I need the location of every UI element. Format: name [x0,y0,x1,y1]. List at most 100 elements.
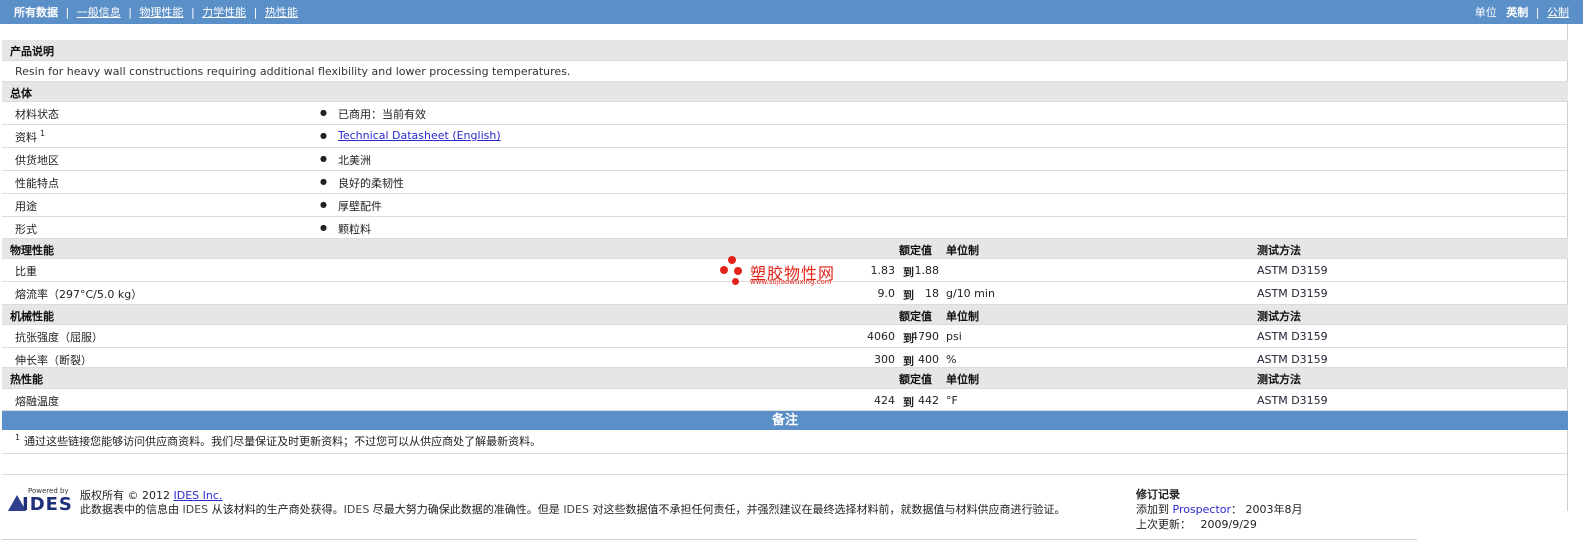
data-row-elongation: 伸长率（断裂） 300 到 400 % ASTM D3159 [2,348,1568,368]
range-to: 到 [903,396,914,409]
general-row-features: 性能特点 良好的柔韧性 [2,171,1568,194]
header-unit: 单位制 [946,310,979,323]
range-to: 到 [903,289,914,302]
general-row-region: 供货地区 北美洲 [2,148,1568,171]
general-row-form: 形式 颗粒料 [2,217,1568,239]
value-min: 4060 [867,330,895,343]
section-title: 产品说明 [10,45,54,58]
row-label: 形式 [15,223,37,236]
test-method: ASTM D3159 [1257,330,1328,343]
technical-datasheet-link[interactable]: Technical Datasheet (English) [338,129,501,142]
footnote-marker: 1 [40,129,46,139]
tab-all-data[interactable]: 所有数据 [14,6,58,19]
value-unit: % [946,353,957,366]
units-label: 单位 [1474,6,1497,19]
section-title: 机械性能 [10,310,54,323]
value-max: 442 [918,394,939,407]
row-label: 用途 [15,200,37,213]
disclaimer-ides: IDES [182,503,209,516]
section-title: 热性能 [10,373,43,386]
unit-english-option[interactable]: 英制 [1506,6,1528,19]
row-label: 熔融温度 [15,395,59,408]
note-body: 通过这些链接您能够访问供应商资料。我们尽量保证及时更新资料；不过您可以从供应商处… [24,435,542,448]
nav-separator: | [65,6,70,19]
bullet-icon [320,175,335,188]
notes-row: 1 通过这些链接您能够访问供应商资料。我们尽量保证及时更新资料；不过您可以从供应商… [2,430,1568,454]
bullet-icon [320,106,335,119]
value-unit: °F [946,394,958,407]
value-min: 9.0 [877,287,896,300]
row-value: 颗粒料 [338,223,371,236]
data-row-tensile-strength: 抗张强度（屈服） 4060 到 4790 psi ASTM D3159 [2,325,1568,348]
tab-thermal[interactable]: 热性能 [265,6,298,19]
disclaimer-part: 尽最大努力确保此数据的准确性。但是 [369,503,564,516]
tab-mechanical[interactable]: 力学性能 [202,6,246,19]
value-max: 1.88 [914,264,940,277]
row-label: 性能特点 [15,177,59,190]
test-method: ASTM D3159 [1257,394,1328,407]
watermark-url: www.sujiaowuxing.com [750,278,832,286]
disclaimer-ides: IDES [563,503,589,516]
added-date: ： 2003年8月 [1231,503,1303,516]
disclaimer-ides: IDES [343,503,370,516]
section-general: 总体 [2,82,1568,102]
header-unit: 单位制 [946,373,979,386]
row-value: 良好的柔韧性 [338,177,404,190]
product-description-row: Resin for heavy wall constructions requi… [2,61,1568,82]
unit-metric-link[interactable]: 公制 [1547,6,1569,19]
top-nav-bar: 所有数据 | 一般信息 | 物理性能 | 力学性能 | 热性能 单位 英制 | … [0,0,1583,24]
nav-separator: | [190,6,195,19]
value-max: 4790 [911,330,939,343]
note-text: 1 通过这些链接您能够访问供应商资料。我们尽量保证及时更新资料；不过您可以从供应商… [15,433,541,449]
nav-tabs: 所有数据 | 一般信息 | 物理性能 | 力学性能 | 热性能 [14,4,298,20]
revision-updated: 上次更新： 2009/9/29 [1136,516,1257,532]
ides-logo[interactable]: Powered by IDES [8,487,72,515]
header-rated: 额定值 [899,244,932,257]
tab-general-info[interactable]: 一般信息 [77,6,121,19]
data-row-melt-temperature: 熔融温度 424 到 442 °F ASTM D3159 [2,389,1568,411]
watermark-logo-icon [720,256,750,286]
disclaimer-part: 从该材料的生产商处获得。 [208,503,344,516]
bullet-icon [320,221,335,234]
updated-date: 2009/9/29 [1200,518,1257,531]
row-label: 资料 1 [15,129,45,145]
row-label: 伸长率（断裂） [15,354,92,367]
general-row-status: 材料状态 已商用：当前有效 [2,102,1568,125]
value-max: 400 [918,353,939,366]
footer-divider [2,474,1568,475]
bullet-icon [320,152,335,165]
value-unit: g/10 min [946,287,995,300]
updated-label: 上次更新： [1136,518,1191,531]
nav-separator: | [1535,6,1540,19]
unit-switcher: 单位 英制 | 公制 [1475,4,1569,20]
header-method: 测试方法 [1257,244,1301,257]
row-label-text: 资料 [15,131,37,144]
test-method: ASTM D3159 [1257,287,1328,300]
value-min: 1.83 [870,264,896,277]
added-label: 添加到 [1136,503,1173,516]
header-rated: 额定值 [899,373,932,386]
value-unit: psi [946,330,962,343]
row-label: 抗张强度（屈服） [15,331,103,344]
row-label: 比重 [15,265,37,278]
row-label: 供货地区 [15,154,59,167]
row-label: 熔流率（297°C/5.0 kg） [15,288,143,301]
section-physical: 物理性能 额定值 单位制 测试方法 [2,239,1568,259]
test-method: ASTM D3159 [1257,264,1328,277]
header-method: 测试方法 [1257,373,1301,386]
row-label: 材料状态 [15,108,59,121]
row-value: 北美洲 [338,154,371,167]
row-value: 厚壁配件 [338,200,382,213]
notes-header: 备注 [2,411,1568,430]
value-min: 300 [874,353,895,366]
bottom-divider [2,539,1417,540]
range-to: 到 [903,266,914,279]
nav-separator: | [253,6,258,19]
tab-physical[interactable]: 物理性能 [139,6,183,19]
test-method: ASTM D3159 [1257,353,1328,366]
disclaimer-part: 此数据表中的信息由 [80,503,183,516]
header-rated: 额定值 [899,310,932,323]
general-row-datasheet: 资料1 Technical Datasheet (English) [2,125,1568,148]
footnote-marker: 1 [15,433,21,443]
disclaimer-part: 对这些数据值不承担任何责任，并强烈建议在最终选择材料前，就数据值与材料供应商进行… [588,503,1066,516]
